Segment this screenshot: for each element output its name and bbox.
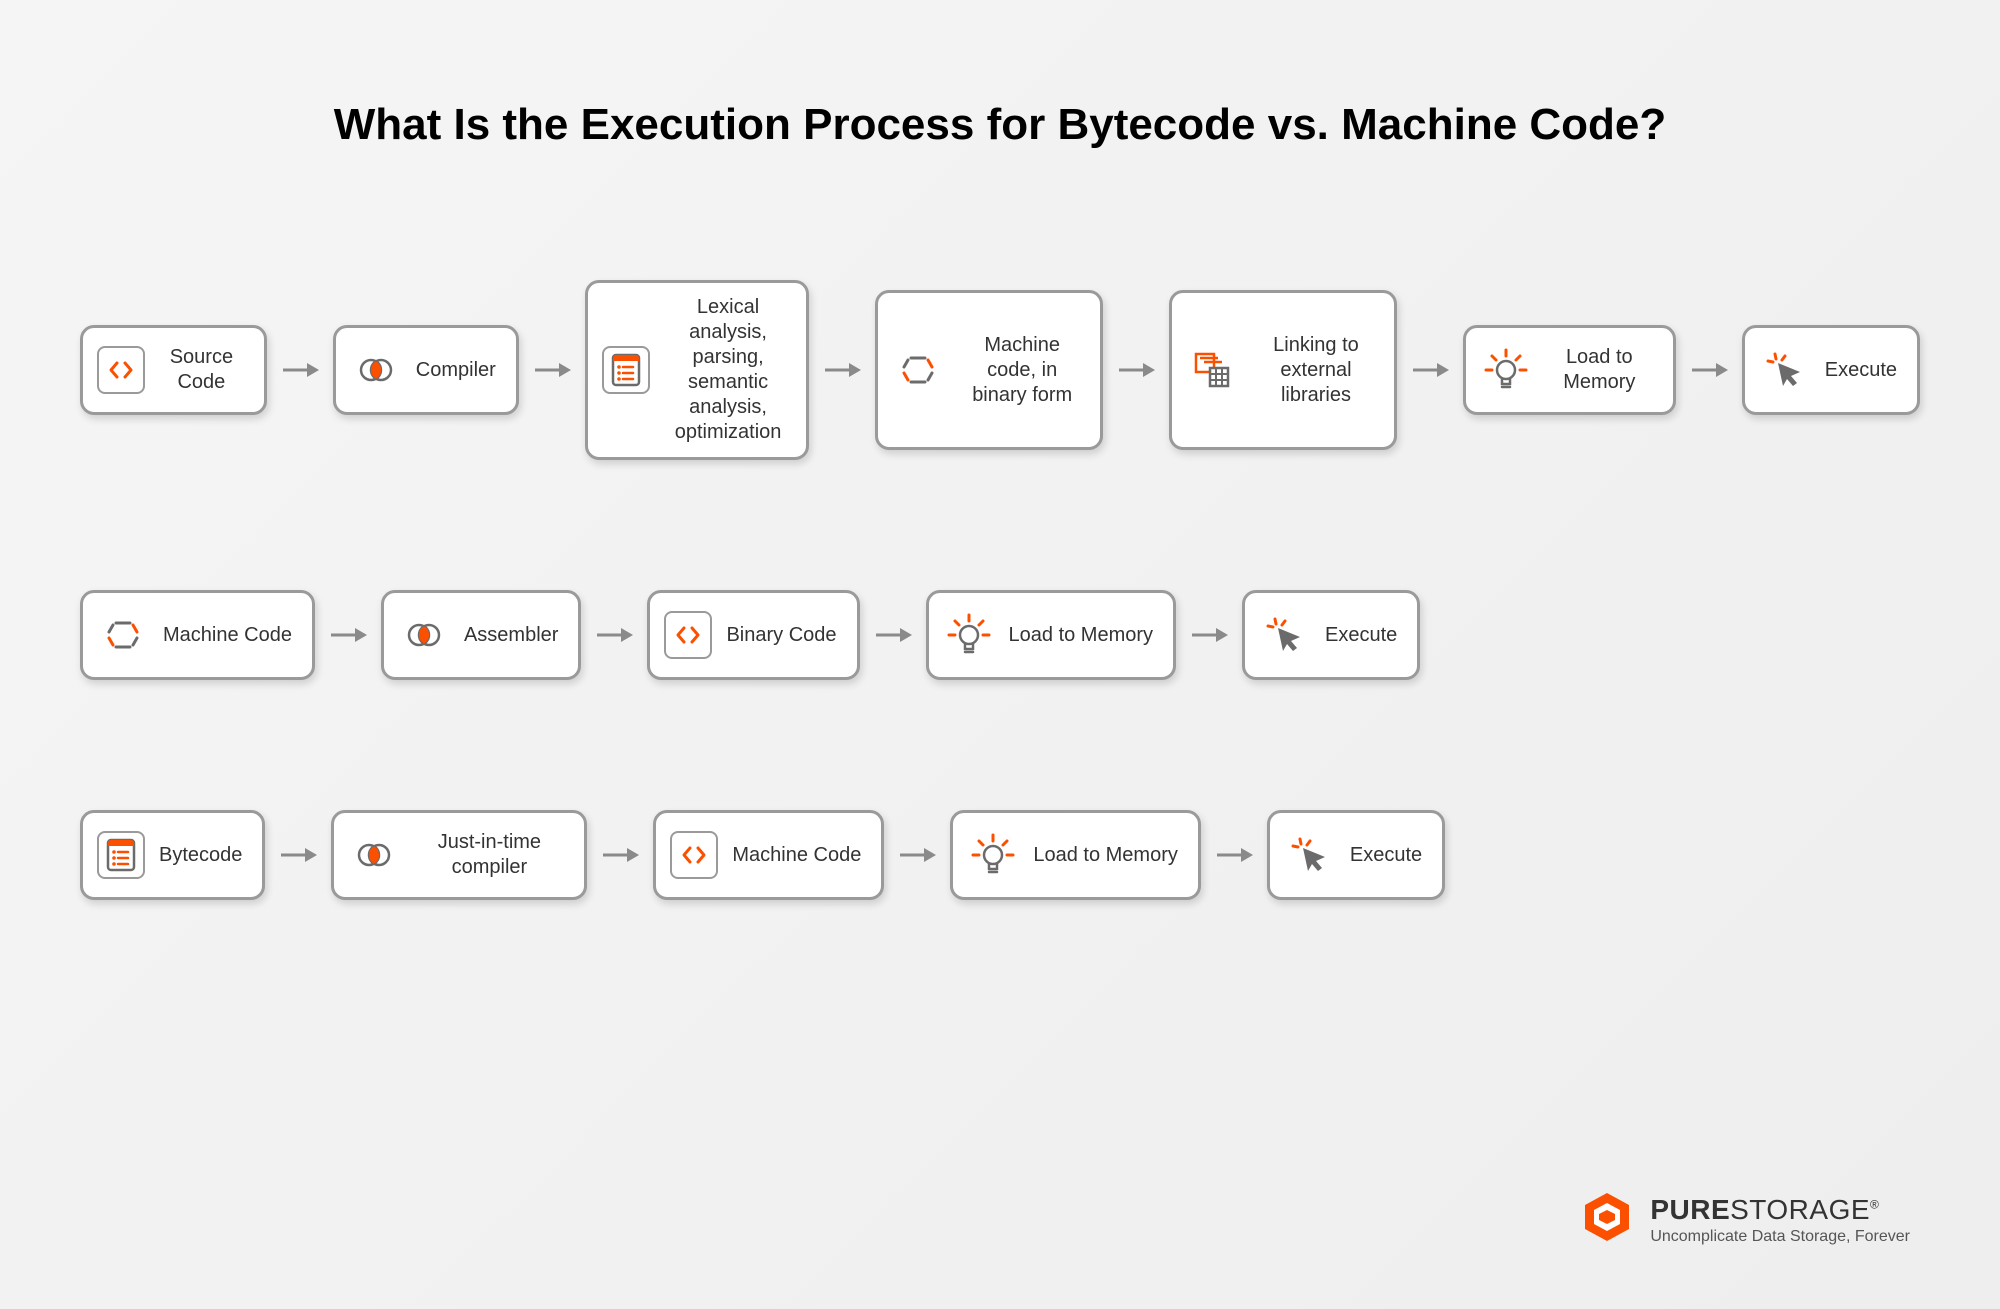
source-code-label: Source Code bbox=[159, 345, 244, 395]
bytecode-node: Bytecode bbox=[80, 810, 265, 900]
load-memory-1-label: Load to Memory bbox=[1546, 345, 1653, 395]
arrow-right-icon bbox=[595, 625, 633, 645]
arrow-right-icon bbox=[601, 845, 639, 865]
bytecode-row: Bytecode Just-in-time compiler Machine C… bbox=[80, 810, 1920, 900]
execute-2-label: Execute bbox=[1325, 623, 1397, 648]
click-icon bbox=[1259, 609, 1311, 661]
machine-code-2-node: Machine Code bbox=[653, 810, 884, 900]
arrow-right-icon bbox=[279, 845, 317, 865]
brand-footer: PURESTORAGE® Uncomplicate Data Storage, … bbox=[1580, 1190, 1910, 1249]
arrow-right-icon bbox=[281, 360, 319, 380]
linking-label: Linking to external libraries bbox=[1252, 333, 1380, 408]
jit-label: Just-in-time compiler bbox=[414, 830, 564, 880]
brand-tagline: Uncomplicate Data Storage, Forever bbox=[1650, 1227, 1910, 1246]
bulb-icon bbox=[943, 609, 995, 661]
arrow-right-icon bbox=[533, 360, 571, 380]
machine-code-label: Machine Code bbox=[163, 623, 292, 648]
library-icon bbox=[1186, 344, 1238, 396]
bulb-icon bbox=[967, 829, 1019, 881]
code-brackets-icon bbox=[664, 611, 712, 659]
load-memory-2-label: Load to Memory bbox=[1009, 623, 1154, 648]
arrow-right-icon bbox=[823, 360, 861, 380]
arrow-right-icon bbox=[1690, 360, 1728, 380]
brand-name: PURESTORAGE® bbox=[1650, 1193, 1910, 1227]
machine-code-row: Machine Code Assembler Binary Code bbox=[80, 590, 1920, 680]
execute-1-node: Execute bbox=[1742, 325, 1920, 415]
arrow-right-icon bbox=[1117, 360, 1155, 380]
execute-2-node: Execute bbox=[1242, 590, 1420, 680]
click-icon bbox=[1759, 344, 1811, 396]
list-doc-icon bbox=[97, 831, 145, 879]
bytecode-label: Bytecode bbox=[159, 843, 242, 868]
code-brackets-icon bbox=[97, 346, 145, 394]
machine-binary-node: Machine code, in binary form bbox=[875, 290, 1103, 450]
load-memory-3-label: Load to Memory bbox=[1033, 843, 1178, 868]
load-memory-2-node: Load to Memory bbox=[926, 590, 1177, 680]
arrow-right-icon bbox=[1215, 845, 1253, 865]
binary-code-label: Binary Code bbox=[726, 623, 836, 648]
machine-code-node: Machine Code bbox=[80, 590, 315, 680]
arrow-right-icon bbox=[898, 845, 936, 865]
compiler-node: Compiler bbox=[333, 325, 519, 415]
analysis-node: Lexical analysis, parsing, semantic anal… bbox=[585, 280, 810, 460]
analysis-label: Lexical analysis, parsing, semantic anal… bbox=[664, 295, 793, 445]
bulb-icon bbox=[1480, 344, 1532, 396]
compiler-label: Compiler bbox=[416, 358, 496, 383]
list-doc-icon bbox=[602, 346, 650, 394]
linking-node: Linking to external libraries bbox=[1169, 290, 1397, 450]
execute-1-label: Execute bbox=[1825, 358, 1897, 383]
source-code-node: Source Code bbox=[80, 325, 267, 415]
venn-icon bbox=[350, 344, 402, 396]
source-code-row: Source Code Compiler Lexical analysis, p… bbox=[80, 280, 1920, 460]
hexagon-icon bbox=[892, 344, 944, 396]
arrow-right-icon bbox=[329, 625, 367, 645]
load-memory-3-node: Load to Memory bbox=[950, 810, 1201, 900]
assembler-node: Assembler bbox=[381, 590, 581, 680]
assembler-label: Assembler bbox=[464, 623, 558, 648]
arrow-right-icon bbox=[1411, 360, 1449, 380]
code-brackets-icon bbox=[670, 831, 718, 879]
execute-3-node: Execute bbox=[1267, 810, 1445, 900]
hexagon-icon bbox=[97, 609, 149, 661]
venn-icon bbox=[348, 829, 400, 881]
execute-3-label: Execute bbox=[1350, 843, 1422, 868]
purestorage-logo-icon bbox=[1580, 1190, 1634, 1249]
venn-icon bbox=[398, 609, 450, 661]
click-icon bbox=[1284, 829, 1336, 881]
machine-code-2-label: Machine Code bbox=[732, 843, 861, 868]
load-memory-1-node: Load to Memory bbox=[1463, 325, 1676, 415]
arrow-right-icon bbox=[1190, 625, 1228, 645]
arrow-right-icon bbox=[874, 625, 912, 645]
machine-binary-label: Machine code, in binary form bbox=[958, 333, 1086, 408]
page-title: What Is the Execution Process for Byteco… bbox=[80, 100, 1920, 150]
jit-node: Just-in-time compiler bbox=[331, 810, 587, 900]
binary-code-node: Binary Code bbox=[647, 590, 859, 680]
